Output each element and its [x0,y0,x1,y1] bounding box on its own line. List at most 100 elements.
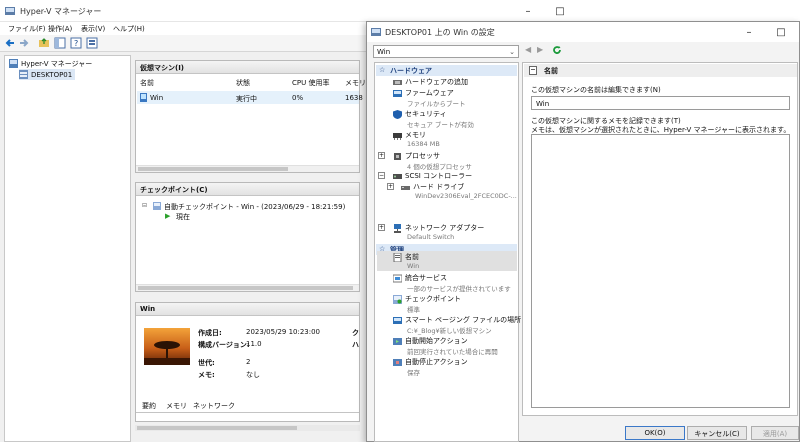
detail-header: 名前 [524,64,797,77]
checkpoint-collapse-icon[interactable]: ⊟ [142,202,147,209]
dialog-minimize-button[interactable]: – [733,22,765,42]
menu-file[interactable]: ファイル(F) [8,24,46,34]
settings-tree: ☆ ハードウェア ハードウェアの追加 ファームウェア ファイルからブート セキュ… [374,62,521,442]
collapse-icon: ☆ [379,66,386,74]
play-icon: ▶ [165,212,171,220]
name-icon [393,252,402,262]
item-network-adapter[interactable]: ネットワーク アダプター Default Switch [393,223,484,241]
detail-generation-label: 世代: [198,359,215,367]
svg-text:?: ? [74,39,78,48]
manager-minimize-button[interactable]: – [512,0,544,22]
item-firmware[interactable]: ファームウェア ファイルからブート [393,88,466,108]
collapse-scsi-icon[interactable]: − [378,172,385,179]
col-cpu[interactable]: CPU 使用率 [292,78,329,88]
col-name[interactable]: 名前 [140,78,154,88]
detail-created-label: 作成日: [198,329,222,337]
tab-summary[interactable]: 要約 [142,401,156,411]
up-folder-icon[interactable] [38,37,50,49]
item-integration-services[interactable]: 統合サービス 一部のサービスが提供されています [393,273,511,293]
smart-paging-icon [393,316,402,324]
integration-services-icon [393,274,402,282]
detail-config-version-value: 11.0 [246,340,262,348]
tree-host-label: DESKTOP01 [31,70,73,79]
dialog-title: DESKTOP01 上の Win の設定 [385,28,495,37]
manager-tree-pane: Hyper-V マネージャー DESKTOP01 [4,55,131,442]
console-tree-icon[interactable] [54,37,66,49]
item-smart-paging[interactable]: スマート ページング ファイルの場所 C:¥_Blog¥新しい仮想マシン [393,315,521,335]
settings-app-icon [371,28,381,36]
prev-vm-icon[interactable]: ◀ [525,45,531,54]
tab-memory[interactable]: メモリ [166,401,187,411]
hyperv-root-icon [9,59,18,68]
item-scsi-controller[interactable]: SCSI コントローラー [393,171,472,181]
expand-network-icon[interactable]: + [378,224,385,231]
hyperv-app-icon [5,7,15,15]
item-memory[interactable]: メモリ 16384 MB [393,130,440,148]
checkpoint-panel-title: チェックポイント(C) [136,183,359,196]
apply-button[interactable]: 適用(A) [751,426,799,440]
checkpoint-now[interactable]: 現在 [176,212,190,222]
vm-hscrollbar[interactable] [136,165,359,172]
name-header-icon [529,66,537,75]
back-arrow-icon[interactable] [4,37,16,49]
manager-maximize-button[interactable]: □ [544,0,576,22]
tab-network[interactable]: ネットワーク [193,401,235,411]
manager-titlebar: Hyper-V マネージャー – □ [0,0,588,22]
vm-selector-value: Win [377,48,391,56]
properties-icon[interactable] [86,37,98,49]
detail-config-version-label: 構成バージョン: [198,341,250,349]
item-checkpoint[interactable]: チェックポイント 標準 [393,294,461,314]
section-hardware[interactable]: ☆ ハードウェア [376,65,517,76]
item-auto-stop[interactable]: 自動停止アクション 保存 [393,357,468,377]
checkpoint-hscrollbar[interactable] [136,284,359,291]
forward-arrow-icon[interactable] [18,37,30,49]
vm-row-cpu: 0% [292,94,304,102]
bottom-hscrollbar[interactable] [135,425,360,431]
checkpoint-item[interactable]: 自動チェックポイント - Win - (2023/06/29 - 18:21:5… [164,202,345,212]
vm-row-memory: 1638 [345,94,363,102]
dialog-maximize-button[interactable]: □ [765,22,797,42]
dialog-titlebar: DESKTOP01 上の Win の設定 – □ [367,22,799,42]
expand-processor-icon[interactable]: + [378,152,385,159]
vm-row-state: 実行中 [236,95,257,103]
vm-row-name: Win [150,94,164,102]
menu-help[interactable]: ヘルプ(H) [113,24,145,34]
vm-notes-textarea[interactable] [531,134,790,408]
auto-stop-icon [393,358,402,366]
vm-details-panel: Win 作成日: 2023/05/29 10:23:00 構成バージョン: 11… [135,302,360,422]
sunset-tree-thumbnail [144,341,190,365]
name-field-label: この仮想マシンの名前は編集できます(N) [531,86,661,94]
auto-start-icon [393,337,402,345]
detail-created-value: 2023/05/29 10:23:00 [246,328,321,336]
chevron-down-icon: ⌄ [509,48,515,56]
checkpoint-panel: チェックポイント(C) ⊟ 自動チェックポイント - Win - (2023/0… [135,182,360,292]
menu-action[interactable]: 操作(A) [48,24,72,34]
col-memory[interactable]: メモリ [345,78,366,88]
firmware-icon [393,89,402,97]
menu-view[interactable]: 表示(V) [81,24,105,34]
vm-name-input[interactable]: Win [531,96,790,110]
server-icon [19,70,28,79]
cancel-button[interactable]: キャンセル(C) [687,426,747,440]
checkpoint-setting-icon [393,294,402,304]
help-icon[interactable]: ? [70,37,82,49]
item-processor[interactable]: プロセッサ 4 個の仮想プロセッサ [393,151,472,171]
item-name[interactable]: 名前 Win [393,252,419,270]
item-hard-drive[interactable]: ハード ドライブ WinDev2306Eval_2FCEC0DC-... [401,182,517,200]
refresh-icon[interactable] [552,45,562,55]
vm-selector-dropdown[interactable]: Win ⌄ [373,45,519,58]
expand-harddrive-icon[interactable]: + [387,183,394,190]
vm-list-panel: 仮想マシン(I) 名前 状態 CPU 使用率 メモリ Win 実行中 0% 16… [135,60,366,173]
ok-button[interactable]: OK(O) [625,426,685,440]
item-add-hardware[interactable]: ハードウェアの追加 [393,77,468,87]
tree-host-item[interactable]: DESKTOP01 [19,69,76,80]
detail-generation-value: 2 [246,358,251,366]
vm-screen-thumbnail[interactable] [144,328,190,365]
col-state[interactable]: 状態 [236,78,250,88]
detail-clipped-1: ク [352,329,359,337]
tree-root-item[interactable]: Hyper-V マネージャー [9,58,92,69]
item-security[interactable]: セキュリティ セキュア ブートが有効 [393,109,474,129]
next-vm-icon[interactable]: ▶ [537,45,543,54]
item-auto-start[interactable]: 自動開始アクション 前回実行されていた場合に再開 [393,336,498,356]
tree-root-label: Hyper-V マネージャー [21,59,93,68]
